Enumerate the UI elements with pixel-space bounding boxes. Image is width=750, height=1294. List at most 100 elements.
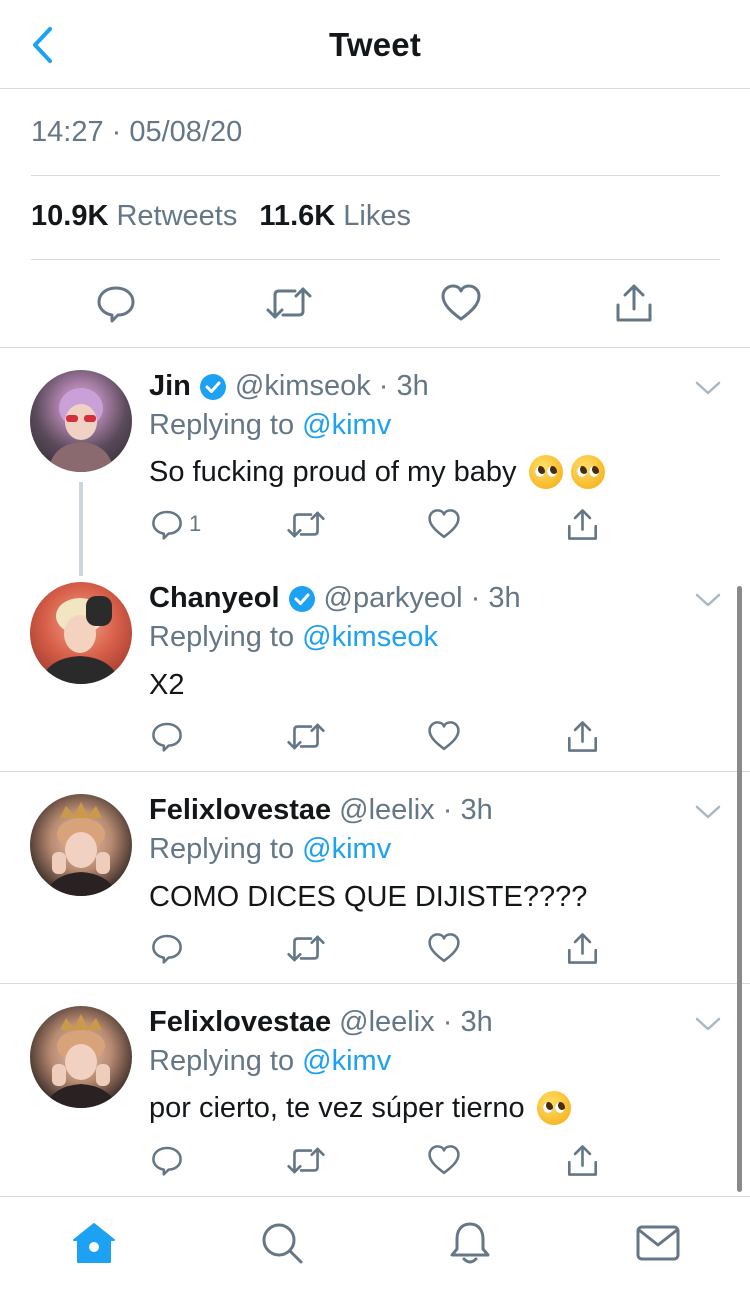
likes-count[interactable]: 11.6K — [259, 200, 335, 232]
display-name[interactable]: Chanyeol — [149, 582, 280, 615]
retweets-count[interactable]: 10.9K — [31, 200, 108, 232]
retweet-button[interactable] — [266, 280, 312, 326]
reply-item[interactable]: Felixlovestae @leelix · 3h Replying to @… — [0, 984, 750, 1195]
reply-count: 1 — [189, 511, 202, 536]
replying-to: Replying to @kimv — [149, 833, 391, 866]
reply-button[interactable]: 1 — [151, 506, 201, 542]
mention-link[interactable]: @kimv — [302, 409, 391, 441]
avatar[interactable] — [30, 794, 132, 896]
avatar[interactable] — [30, 582, 132, 684]
heart-icon — [428, 1145, 460, 1175]
heart-icon — [428, 721, 460, 751]
share-button[interactable] — [566, 506, 599, 542]
pleading-face-emoji — [528, 455, 563, 489]
share-icon — [567, 932, 598, 964]
reply-button[interactable] — [151, 1142, 183, 1178]
share-button[interactable] — [566, 718, 599, 754]
tab-notifications[interactable] — [446, 1219, 494, 1267]
tweet-actions — [0, 262, 750, 346]
retweet-icon — [287, 511, 325, 537]
share-button[interactable] — [566, 1142, 599, 1178]
replying-to: Replying to @kimv — [149, 1045, 391, 1078]
more-options-button[interactable] — [694, 1014, 722, 1034]
reply-text: COMO DICES QUE DIJISTE???? — [149, 881, 587, 914]
retweet-button[interactable] — [287, 506, 325, 542]
display-name[interactable]: Felixlovestae — [149, 794, 331, 827]
likes-label[interactable]: Likes — [343, 200, 411, 232]
chevron-down-icon — [695, 593, 721, 607]
heart-icon — [428, 509, 460, 539]
replying-to: Replying to @kimseok — [149, 621, 438, 654]
reply-item[interactable]: Felixlovestae @leelix · 3h Replying to @… — [0, 772, 750, 983]
page-title: Tweet — [328, 26, 422, 63]
reply-button[interactable] — [151, 930, 183, 966]
reply-button[interactable] — [151, 718, 183, 754]
nav-header: Tweet — [0, 0, 750, 89]
tweet-stats: 10.9K Retweets 11.6K Likes — [31, 200, 425, 233]
reply-text-content: COMO DICES QUE DIJISTE???? — [149, 881, 588, 913]
like-button[interactable] — [427, 506, 461, 542]
reply-item[interactable]: Chanyeol @parkyeol · 3h Replying to @kim… — [0, 560, 750, 772]
replying-to: Replying to @kimv — [149, 409, 391, 442]
like-button[interactable] — [427, 1142, 461, 1178]
retweet-button[interactable] — [287, 718, 325, 754]
username[interactable]: @kimseok · 3h — [235, 370, 429, 403]
pleading-face-emoji — [570, 455, 605, 489]
avatar-image — [44, 802, 118, 896]
username[interactable]: @parkyeol · 3h — [324, 582, 521, 615]
mail-icon — [636, 1225, 680, 1261]
share-icon — [567, 508, 598, 540]
retweet-button[interactable] — [287, 1142, 325, 1178]
comment-icon — [152, 934, 182, 964]
more-options-button[interactable] — [694, 590, 722, 610]
tab-search[interactable] — [258, 1219, 306, 1267]
reply-header: Jin @kimseok · 3h — [149, 370, 429, 403]
mention-link[interactable]: @kimseok — [302, 621, 438, 653]
share-button[interactable] — [611, 280, 657, 326]
more-options-button[interactable] — [694, 802, 722, 822]
reply-text: So fucking proud of my baby — [149, 455, 605, 489]
mention-link[interactable]: @kimv — [302, 833, 391, 865]
chevron-down-icon — [695, 805, 721, 819]
verified-badge-icon — [288, 585, 316, 613]
chevron-down-icon — [695, 1017, 721, 1031]
chevron-down-icon — [695, 381, 721, 395]
display-name[interactable]: Jin — [149, 370, 191, 403]
like-button[interactable] — [427, 930, 461, 966]
display-name[interactable]: Felixlovestae — [149, 1006, 331, 1039]
reply-header: Chanyeol @parkyeol · 3h — [149, 582, 521, 615]
replying-prefix: Replying to — [149, 1045, 295, 1077]
username[interactable]: @leelix · 3h — [339, 1006, 493, 1039]
retweet-button[interactable] — [287, 930, 325, 966]
share-button[interactable] — [566, 930, 599, 966]
tab-home[interactable] — [70, 1219, 118, 1267]
retweet-icon — [287, 723, 325, 749]
like-button[interactable] — [438, 280, 484, 326]
username[interactable]: @leelix · 3h — [339, 794, 493, 827]
bottom-tab-bar — [0, 1196, 750, 1294]
retweets-label[interactable]: Retweets — [116, 200, 237, 232]
reply-text-content: X2 — [149, 669, 185, 701]
more-options-button[interactable] — [694, 378, 722, 398]
like-button[interactable] — [427, 718, 461, 754]
share-icon — [616, 284, 652, 322]
heart-icon — [441, 284, 481, 321]
tweet-timestamp: 14:27 · 05/08/20 — [31, 116, 243, 148]
reply-button[interactable] — [93, 280, 139, 326]
avatar-image — [44, 1014, 118, 1108]
home-icon — [73, 1223, 115, 1263]
tab-messages[interactable] — [634, 1219, 682, 1267]
heart-icon — [428, 933, 460, 963]
avatar[interactable] — [30, 1006, 132, 1108]
share-icon — [567, 720, 598, 752]
mention-link[interactable]: @kimv — [302, 1045, 391, 1077]
tweet-detail-screen: Tweet 14:27 · 05/08/20 10.9K Retweets 11… — [0, 0, 750, 1294]
scrollbar[interactable] — [737, 586, 742, 1192]
retweet-icon — [287, 1147, 325, 1173]
avatar-image — [40, 596, 120, 684]
reply-item[interactable]: Jin @kimseok · 3h Replying to @kimv So f… — [0, 348, 750, 560]
comment-icon — [152, 722, 182, 752]
comment-icon — [152, 1146, 182, 1176]
avatar[interactable] — [30, 370, 132, 472]
reply-text: por cierto, te vez súper tierno — [149, 1091, 571, 1125]
